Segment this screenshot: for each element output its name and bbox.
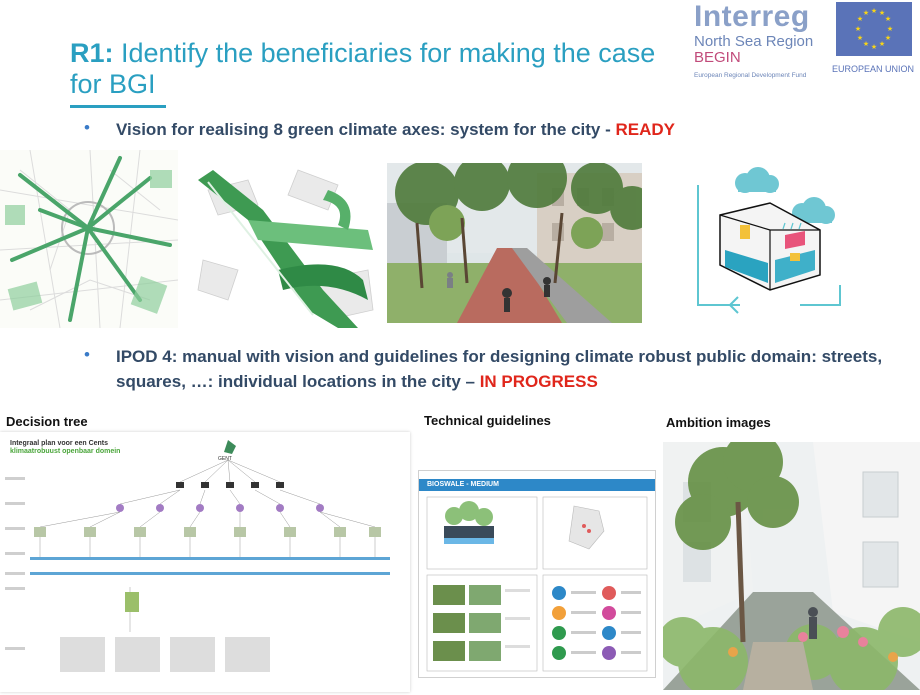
status-ready: READY (615, 120, 675, 139)
bullet-vision: Vision for realising 8 green climate axe… (116, 117, 836, 142)
green-axes-map-image (0, 150, 178, 328)
bullet-icon: • (84, 345, 90, 364)
svg-text:★: ★ (887, 25, 893, 33)
interreg-logo: Interreg North Sea Region BEGIN European… (694, 2, 834, 80)
svg-text:★: ★ (885, 34, 891, 42)
title-text: Identify the beneficiaries for making th… (70, 38, 656, 99)
svg-text:★: ★ (855, 25, 861, 33)
green-street-render-image (387, 163, 642, 323)
svg-text:★: ★ (863, 9, 869, 17)
svg-text:★: ★ (857, 34, 863, 42)
svg-text:★: ★ (885, 15, 891, 23)
decision-tree-document: Integraal plan voor een Cents klimaatrob… (0, 432, 410, 692)
eu-flag-icon: ★ ★ ★ ★ ★ ★ ★ ★ ★ ★ ★ ★ (836, 2, 912, 56)
technical-guidelines-document: BIOSWALE - MEDIUM (418, 470, 656, 678)
svg-text:★: ★ (871, 7, 877, 15)
svg-text:★: ★ (871, 43, 877, 51)
region-name: North Sea Region (694, 33, 814, 50)
eu-label: EUROPEAN UNION (832, 64, 915, 74)
bullet-text: Vision for realising 8 green climate axe… (116, 120, 616, 139)
status-in-progress: IN PROGRESS (479, 372, 598, 391)
bullet-ipod: IPOD 4: manual with vision and guideline… (116, 344, 916, 394)
green-axis-aerial-image (188, 160, 380, 328)
ambition-street-image (663, 442, 920, 690)
svg-text:★: ★ (879, 40, 885, 48)
decision-tree-label: Decision tree (6, 414, 88, 429)
water-cycle-diagram-image (690, 165, 852, 315)
title-underline (70, 105, 166, 108)
technical-guidelines-label: Technical guidelines (424, 413, 551, 428)
project-name: BEGIN (694, 49, 741, 66)
fund-name: European Regional Development Fund (694, 72, 807, 79)
ambition-images-label: Ambition images (666, 415, 771, 430)
title-code: R1: (70, 38, 114, 68)
slide-title: R1: Identify the beneficiaries for makin… (70, 38, 685, 100)
svg-text:★: ★ (863, 40, 869, 48)
interreg-wordmark: Interreg (694, 0, 810, 33)
bullet-icon: • (84, 118, 90, 137)
